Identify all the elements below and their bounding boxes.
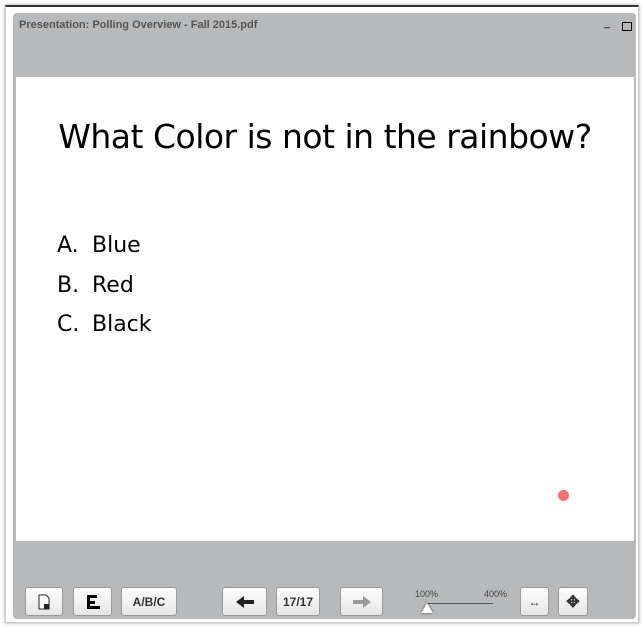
option-letter: B. bbox=[57, 273, 80, 298]
zoom-max-label: 400% bbox=[484, 589, 508, 599]
bar-chart-icon bbox=[86, 594, 100, 609]
page-indicator-button[interactable]: 17/17 bbox=[276, 587, 320, 616]
maximize-button[interactable] bbox=[622, 22, 632, 31]
previous-slide-button[interactable] bbox=[222, 587, 267, 616]
option-text: Blue bbox=[92, 233, 141, 258]
zoom-min-label: 100% bbox=[415, 589, 439, 599]
fit-width-button[interactable]: ↔ bbox=[520, 587, 549, 616]
upload-document-button[interactable] bbox=[25, 587, 63, 616]
option-text: Black bbox=[92, 312, 152, 337]
minimize-button[interactable]: _ bbox=[604, 17, 610, 29]
zoom-slider-track[interactable] bbox=[427, 603, 493, 604]
window-title: Presentation: Polling Overview - Fall 20… bbox=[19, 19, 258, 31]
option-b: B. Red bbox=[57, 273, 134, 298]
option-text: Red bbox=[92, 273, 134, 298]
slide-canvas: What Color is not in the rainbow? A. Blue… bbox=[16, 77, 634, 541]
pan-button[interactable]: ✥ bbox=[558, 587, 588, 616]
poll-results-button[interactable] bbox=[73, 587, 112, 616]
arrow-left-icon bbox=[235, 595, 254, 608]
slide-question: What Color is not in the rainbow? bbox=[58, 117, 592, 156]
option-letter: C. bbox=[57, 312, 80, 337]
option-a: A. Blue bbox=[57, 233, 141, 258]
option-c: C. Black bbox=[57, 312, 152, 337]
arrow-right-icon bbox=[352, 595, 371, 608]
next-slide-button[interactable] bbox=[340, 587, 383, 616]
option-letter: A. bbox=[57, 233, 79, 258]
abc-poll-button[interactable]: A/B/C bbox=[121, 587, 177, 616]
zoom-slider-thumb[interactable] bbox=[421, 603, 433, 613]
laser-pointer-dot bbox=[558, 490, 569, 501]
document-add-icon bbox=[38, 594, 50, 609]
